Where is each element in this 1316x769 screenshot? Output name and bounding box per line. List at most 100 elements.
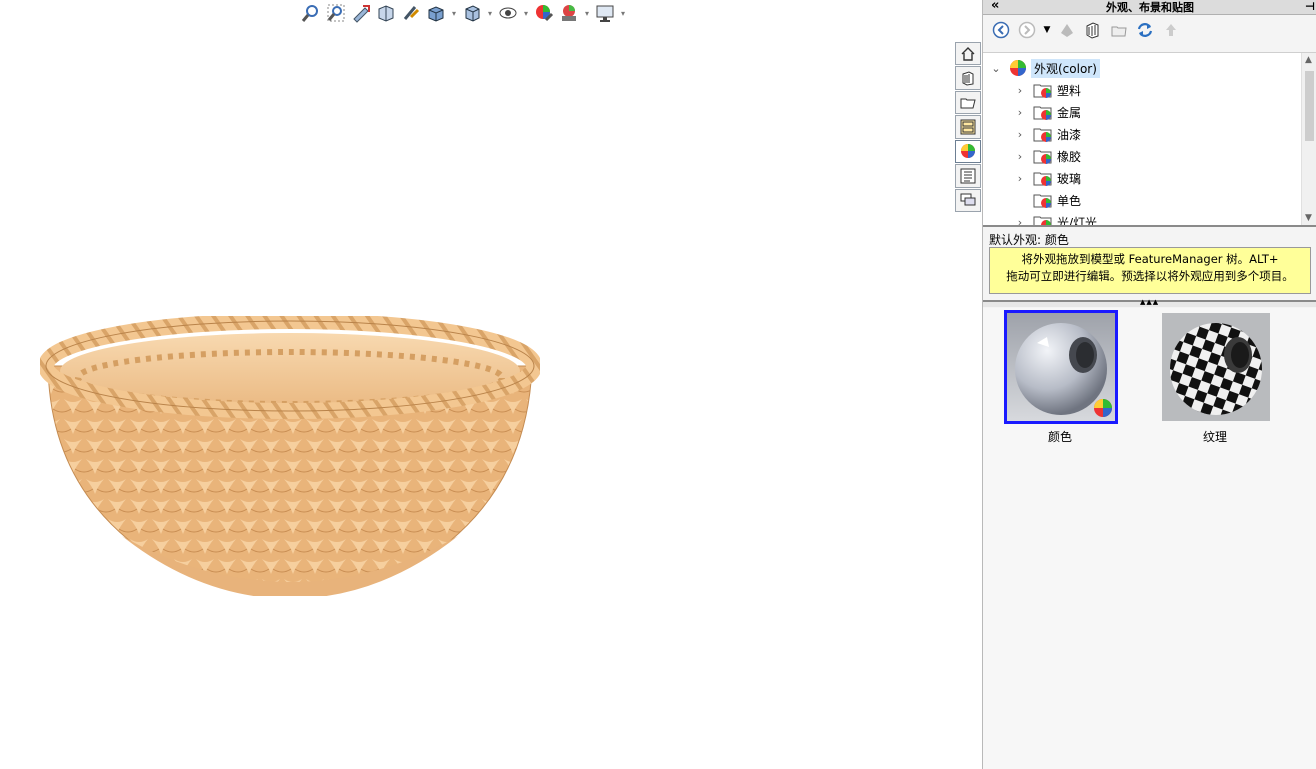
color-sphere-thumbnail <box>1004 310 1118 424</box>
tree-item-label: 金属 <box>1057 105 1082 120</box>
appearance-folder-icon <box>1033 216 1052 225</box>
section-view-icon[interactable] <box>375 2 397 24</box>
zoom-to-fit-icon[interactable] <box>300 2 322 24</box>
swatch-label: 颜色 <box>1047 430 1072 444</box>
appearances-task-pane: « 外观、布景和贴图 ⊣ ▼ ⌄ 外观(color) › 塑料 › 金属 › 油… <box>982 0 1316 769</box>
new-folder-button[interactable] <box>1109 20 1129 40</box>
tree-scrollbar[interactable]: ▲ ▼ <box>1301 53 1316 225</box>
up-button[interactable] <box>1161 20 1181 40</box>
graphics-area[interactable] <box>0 26 955 769</box>
tree-item-light[interactable]: › 光/灯光 <box>1013 211 1098 227</box>
woven-basket-model[interactable] <box>40 316 540 596</box>
refresh-button[interactable] <box>1135 20 1155 40</box>
scroll-down-icon[interactable]: ▼ <box>1305 213 1312 223</box>
chevron-down-icon[interactable]: ▾ <box>619 2 627 24</box>
add-to-library-button[interactable] <box>1057 20 1077 40</box>
chevron-right-icon[interactable]: › <box>1013 172 1027 185</box>
library-books-icon <box>1086 22 1099 39</box>
swatch-color[interactable]: 颜色 <box>1004 310 1118 445</box>
task-pane-title-bar: « 外观、布景和贴图 ⊣ <box>983 0 1316 15</box>
task-pane-tabs <box>955 42 982 212</box>
custom-properties-tab[interactable] <box>955 164 981 188</box>
tip-line-1: 将外观拖放到模型或 FeatureManager 树。ALT+ <box>1021 252 1279 266</box>
add-to-library-icon <box>1061 24 1073 37</box>
file-explorer-tab[interactable] <box>955 90 981 115</box>
heads-up-view-toolbar: ▾ ▾ ▾ ▾ ▾ <box>300 0 627 26</box>
refresh-icon <box>1137 23 1153 37</box>
chevron-down-icon: ▼ <box>1043 25 1051 35</box>
chevron-right-icon[interactable]: › <box>1013 150 1027 163</box>
tree-root[interactable]: ⌄ 外观(color) <box>989 57 1100 79</box>
apply-scene-icon[interactable] <box>558 2 580 24</box>
appearance-folder-icon <box>1033 194 1052 208</box>
solidworks-resources-tab[interactable] <box>955 42 981 66</box>
chevron-down-icon[interactable]: ⌄ <box>989 62 1003 75</box>
tree-item-plastic[interactable]: › 塑料 <box>1013 79 1081 101</box>
chevron-right-icon[interactable]: › <box>1013 216 1027 226</box>
back-arrow-icon <box>992 21 1010 39</box>
scrollbar-thumb[interactable] <box>1305 71 1314 141</box>
swatch-texture[interactable]: 纹理 <box>1159 310 1271 445</box>
history-dropdown[interactable]: ▼ <box>1043 20 1051 40</box>
display-style-icon[interactable] <box>461 2 483 24</box>
chevron-down-icon[interactable]: ▾ <box>522 2 530 24</box>
appearances-tree: ⌄ 外观(color) › 塑料 › 金属 › 油漆 › 橡胶 › 玻璃 单色 … <box>983 52 1316 227</box>
tree-item-label: 油漆 <box>1057 127 1082 142</box>
up-arrow-icon <box>1166 24 1176 36</box>
chevron-down-icon[interactable]: ▾ <box>450 2 458 24</box>
hide-show-items-icon[interactable] <box>497 2 519 24</box>
chat-bubbles-icon <box>960 193 976 206</box>
zoom-to-area-icon[interactable] <box>325 2 347 24</box>
chevron-down-icon[interactable]: ▾ <box>583 2 591 24</box>
chevron-right-icon[interactable]: › <box>1013 84 1027 97</box>
open-library-button[interactable] <box>1083 20 1103 40</box>
view-orientation-icon[interactable] <box>425 2 447 24</box>
appearances-tab[interactable] <box>955 139 981 164</box>
appearance-swatches: 颜色 纹理 <box>983 308 1316 769</box>
previous-view-icon[interactable] <box>350 2 372 24</box>
appearance-folder-icon <box>1033 172 1052 186</box>
tree-item-label: 光/灯光 <box>1057 215 1098 227</box>
chevron-right-icon[interactable]: › <box>1013 128 1027 141</box>
back-button[interactable] <box>991 20 1011 40</box>
tree-item-label: 橡胶 <box>1057 149 1082 164</box>
edit-appearance-icon[interactable] <box>533 2 555 24</box>
splitter-grip-icon: ▲▲▲ <box>1140 298 1160 306</box>
new-folder-icon <box>1111 26 1127 37</box>
tree-item-paint[interactable]: › 油漆 <box>1013 123 1081 145</box>
texture-sphere-thumbnail <box>1159 310 1273 424</box>
tree-item-label: 单色 <box>1057 193 1082 208</box>
tree-item-solid-color[interactable]: 单色 <box>1013 189 1081 211</box>
task-pane-toolbar: ▼ <box>983 15 1316 45</box>
dynamic-annotation-icon[interactable] <box>400 2 422 24</box>
properties-list-icon <box>960 168 976 184</box>
chevron-right-icon[interactable]: › <box>1013 106 1027 119</box>
usage-tip: 将外观拖放到模型或 FeatureManager 树。ALT+ 拖动可立即进行编… <box>989 247 1311 294</box>
library-icon <box>962 71 974 86</box>
collapse-pane-icon[interactable]: « <box>991 0 999 13</box>
chevron-down-icon[interactable]: ▾ <box>486 2 494 24</box>
task-pane-title: 外观、布景和贴图 <box>1106 1 1194 14</box>
default-appearance-label: 默认外观: 颜色 <box>989 233 1069 247</box>
forward-button[interactable] <box>1017 20 1037 40</box>
appearance-ball-icon <box>1010 60 1026 76</box>
forum-tab[interactable] <box>955 188 981 212</box>
tree-item-rubber[interactable]: › 橡胶 <box>1013 145 1081 167</box>
pin-icon[interactable]: ⊣ <box>1305 0 1315 13</box>
appearance-ball-icon <box>961 144 975 159</box>
appearance-folder-icon <box>1033 128 1052 142</box>
tree-item-metal[interactable]: › 金属 <box>1013 101 1081 123</box>
tree-item-glass[interactable]: › 玻璃 <box>1013 167 1081 189</box>
view-palette-tab[interactable] <box>955 115 981 139</box>
pane-splitter[interactable]: ▲▲▲ <box>983 298 1316 307</box>
view-palette-icon <box>960 119 976 135</box>
view-settings-icon[interactable] <box>594 2 616 24</box>
design-library-tab[interactable] <box>955 66 981 90</box>
appearance-folder-icon <box>1033 150 1052 164</box>
scroll-up-icon[interactable]: ▲ <box>1305 55 1312 65</box>
appearance-folder-icon <box>1033 84 1052 98</box>
tree-root-label: 外观(color) <box>1031 58 1100 78</box>
tip-line-2: 拖动可立即进行编辑。预选择以将外观应用到多个项目。 <box>1006 269 1294 283</box>
home-icon <box>961 46 975 61</box>
appearance-folder-icon <box>1033 106 1052 120</box>
